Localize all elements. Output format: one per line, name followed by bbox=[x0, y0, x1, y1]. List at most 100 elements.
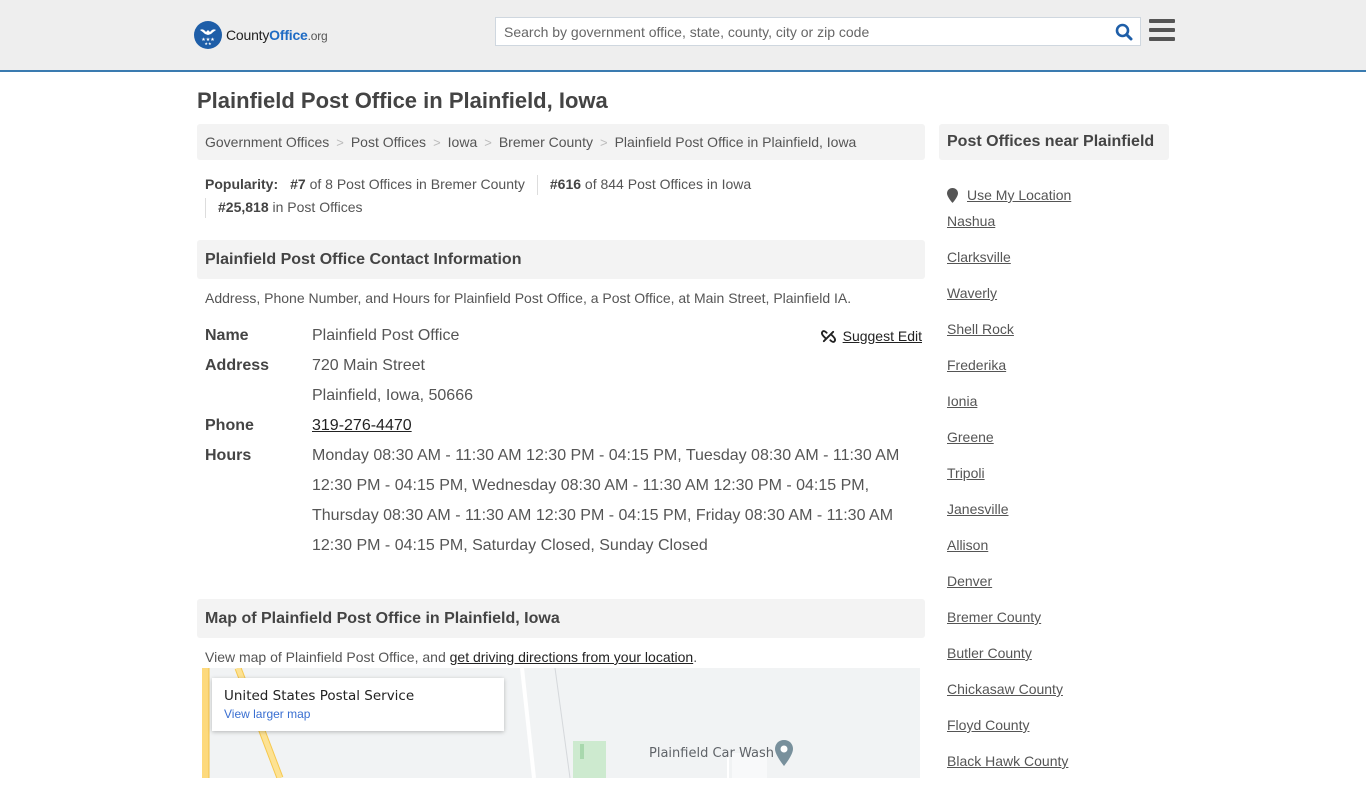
site-logo[interactable]: ★★★ ★★ CountyOffice.org bbox=[194, 21, 328, 49]
name-row: Name Plainfield Post Office bbox=[205, 321, 925, 351]
nearby-link-frederika[interactable]: Frederika bbox=[947, 357, 1006, 373]
main-content: Government Offices > Post Offices > Iowa… bbox=[197, 124, 925, 665]
site-header: ★★★ ★★ CountyOffice.org bbox=[0, 0, 1366, 72]
address-row: Address 720 Main Street Plainfield, Iowa… bbox=[205, 351, 925, 411]
map-poi-label[interactable]: Plainfield Car Wash bbox=[649, 746, 774, 761]
list-item: Bremer County bbox=[947, 609, 1169, 645]
address-line1: 720 Main Street bbox=[312, 357, 425, 374]
breadcrumb-government-offices[interactable]: Government Offices bbox=[205, 134, 329, 150]
map-heading: Map of Plainfield Post Office in Plainfi… bbox=[197, 599, 925, 638]
breadcrumb-iowa[interactable]: Iowa bbox=[448, 134, 478, 150]
map-desc-suffix: . bbox=[693, 649, 698, 665]
suggest-edit-link[interactable]: Suggest Edit bbox=[843, 321, 922, 351]
nearby-link-bremer-county[interactable]: Bremer County bbox=[947, 609, 1041, 625]
nearby-link-janesville[interactable]: Janesville bbox=[947, 501, 1008, 517]
nearby-link-black-hawk-county[interactable]: Black Hawk County bbox=[947, 753, 1068, 769]
nearby-link-waverly[interactable]: Waverly bbox=[947, 285, 997, 301]
eagle-logo-icon: ★★★ ★★ bbox=[194, 21, 222, 49]
nearby-link-greene[interactable]: Greene bbox=[947, 429, 994, 445]
list-item: Denver bbox=[947, 573, 1169, 609]
list-item: Janesville bbox=[947, 501, 1169, 537]
phone-link[interactable]: 319-276-4470 bbox=[312, 417, 412, 434]
search-button[interactable] bbox=[1108, 18, 1140, 45]
nearby-link-denver[interactable]: Denver bbox=[947, 573, 992, 589]
list-item: Butler County bbox=[947, 645, 1169, 681]
nearby-list: Use My Location Nashua Clarksville Waver… bbox=[939, 177, 1169, 789]
menu-bar bbox=[1149, 19, 1175, 23]
use-my-location-link[interactable]: Use My Location bbox=[967, 187, 1071, 203]
svg-text:★★: ★★ bbox=[204, 41, 212, 46]
county-rank: #7 bbox=[290, 176, 306, 192]
nearby-link-allison[interactable]: Allison bbox=[947, 537, 988, 553]
state-rank: #616 bbox=[549, 176, 582, 192]
page-title: Plainfield Post Office in Plainfield, Io… bbox=[197, 88, 608, 113]
breadcrumb-bremer-county[interactable]: Bremer County bbox=[499, 134, 593, 150]
map-road-vertical bbox=[202, 668, 209, 778]
list-item: Allison bbox=[947, 537, 1169, 573]
county-rank-text: of 8 Post Offices in Bremer County bbox=[309, 176, 525, 192]
state-rank-text: of 844 Post Offices in Iowa bbox=[584, 176, 752, 192]
nearby-link-ionia[interactable]: Ionia bbox=[947, 393, 977, 409]
address-line2: Plainfield, Iowa, 50666 bbox=[312, 387, 473, 404]
list-item: Nashua bbox=[947, 213, 1169, 249]
view-larger-map-link[interactable]: View larger map bbox=[224, 707, 492, 721]
suggest-edit: Suggest Edit bbox=[820, 321, 922, 351]
driving-directions-link[interactable]: get driving directions from your locatio… bbox=[450, 649, 694, 665]
breadcrumb: Government Offices > Post Offices > Iowa… bbox=[197, 124, 925, 160]
divider bbox=[536, 174, 538, 195]
contact-heading: Plainfield Post Office Contact Informati… bbox=[197, 240, 925, 279]
search-input[interactable] bbox=[496, 18, 1108, 45]
list-item: Ionia bbox=[947, 393, 1169, 429]
unlink-icon bbox=[820, 329, 836, 343]
map-place-title: United States Postal Service bbox=[224, 688, 415, 704]
name-label: Name bbox=[205, 327, 249, 344]
search-icon bbox=[1115, 23, 1133, 40]
use-location-item: Use My Location bbox=[947, 177, 1169, 213]
breadcrumb-separator: > bbox=[599, 134, 608, 150]
national-rank-text: in Post Offices bbox=[272, 199, 363, 215]
location-pin-icon bbox=[947, 187, 958, 203]
breadcrumb-post-offices[interactable]: Post Offices bbox=[351, 134, 426, 150]
menu-bar bbox=[1149, 37, 1175, 41]
contact-info-table: Suggest Edit Name Plainfield Post Office… bbox=[197, 321, 925, 561]
breadcrumb-separator: > bbox=[484, 134, 492, 150]
sidebar: Post Offices near Plainfield Use My Loca… bbox=[939, 124, 1169, 789]
map-info-card: United States Postal Service View larger… bbox=[212, 678, 504, 731]
nearby-link-clarksville[interactable]: Clarksville bbox=[947, 249, 1011, 265]
hamburger-menu-button[interactable] bbox=[1149, 19, 1175, 43]
list-item: Floyd County bbox=[947, 717, 1169, 753]
nearby-link-chickasaw-county[interactable]: Chickasaw County bbox=[947, 681, 1063, 697]
contact-description: Address, Phone Number, and Hours for Pla… bbox=[205, 290, 852, 306]
embedded-map[interactable]: United States Postal Service View larger… bbox=[202, 668, 920, 778]
sidebar-heading: Post Offices near Plainfield bbox=[939, 124, 1169, 160]
list-item: Greene bbox=[947, 429, 1169, 465]
logo-wordmark: CountyOffice.org bbox=[226, 27, 328, 43]
national-rank: #25,818 bbox=[218, 199, 269, 215]
hours-value: Monday 08:30 AM - 11:30 AM 12:30 PM - 04… bbox=[312, 447, 900, 554]
nearby-link-nashua[interactable]: Nashua bbox=[947, 213, 995, 229]
nearby-link-floyd-county[interactable]: Floyd County bbox=[947, 717, 1029, 733]
address-label: Address bbox=[205, 357, 270, 374]
address-value: 720 Main Street Plainfield, Iowa, 50666 bbox=[312, 351, 912, 411]
popularity-section: Popularity: #7 of 8 Post Offices in Brem… bbox=[197, 173, 925, 219]
hours-label: Hours bbox=[205, 447, 252, 464]
list-item: Black Hawk County bbox=[947, 753, 1169, 789]
list-item: Clarksville bbox=[947, 249, 1169, 285]
breadcrumb-current: Plainfield Post Office in Plainfield, Io… bbox=[614, 134, 857, 150]
list-item: Tripoli bbox=[947, 465, 1169, 501]
map-park bbox=[573, 741, 606, 778]
phone-row: Phone 319-276-4470 bbox=[205, 411, 925, 441]
nearby-link-shell-rock[interactable]: Shell Rock bbox=[947, 321, 1014, 337]
map-description: View map of Plainfield Post Office, and … bbox=[197, 649, 925, 665]
map-pin-icon[interactable] bbox=[774, 740, 794, 768]
search-bar bbox=[495, 17, 1141, 46]
map-road-minor bbox=[554, 668, 571, 778]
map-road-white bbox=[520, 668, 536, 778]
map-desc-prefix: View map of Plainfield Post Office, and bbox=[205, 649, 450, 665]
list-item: Frederika bbox=[947, 357, 1169, 393]
popularity-label: Popularity: bbox=[205, 176, 279, 192]
breadcrumb-separator: > bbox=[336, 134, 344, 150]
nearby-link-tripoli[interactable]: Tripoli bbox=[947, 465, 985, 481]
nearby-link-butler-county[interactable]: Butler County bbox=[947, 645, 1032, 661]
divider bbox=[205, 197, 206, 218]
